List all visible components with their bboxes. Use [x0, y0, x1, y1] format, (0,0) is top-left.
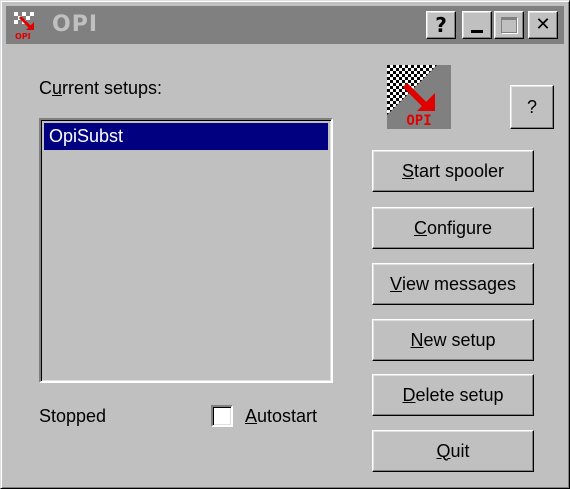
- close-button[interactable]: ✕: [528, 11, 558, 39]
- setups-listbox[interactable]: OpiSubst: [39, 118, 333, 383]
- opi-window: OPI OPI ? ✕ Current setups: OpiSubst Sto…: [0, 0, 570, 489]
- icon-opi-text: OPI: [15, 32, 31, 40]
- button-accelerator: D: [402, 384, 416, 405]
- help-button-label: ?: [526, 96, 537, 117]
- autostart-checkbox[interactable]: [211, 405, 233, 427]
- logo-text: OPI: [406, 113, 431, 129]
- delete-setup-button[interactable]: Delete setup: [372, 374, 534, 416]
- button-label: onfigure: [426, 217, 493, 238]
- button-accelerator: S: [401, 160, 414, 181]
- autostart-accelerator: A: [245, 406, 258, 426]
- opi-app-icon[interactable]: OPI: [12, 10, 42, 40]
- button-label: uit: [450, 440, 470, 461]
- button-accelerator: N: [410, 329, 424, 350]
- minimize-button[interactable]: [462, 11, 492, 39]
- configure-button[interactable]: Configure: [372, 207, 534, 249]
- question-icon: ?: [435, 13, 447, 37]
- current-setups-label: Current setups:: [39, 77, 162, 99]
- label-text-pre: C: [39, 78, 52, 98]
- new-setup-button[interactable]: New setup: [372, 319, 534, 361]
- autostart-label[interactable]: Autostart: [245, 405, 317, 427]
- button-label: iew messages: [401, 273, 517, 294]
- button-accelerator: Q: [436, 440, 451, 461]
- help-button[interactable]: ?: [510, 85, 554, 129]
- button-label: ew setup: [423, 329, 496, 350]
- close-icon: ✕: [535, 14, 551, 35]
- autostart-text-post: utostart: [257, 406, 318, 426]
- minimize-icon: [471, 29, 483, 33]
- button-label: tart spooler: [413, 160, 505, 181]
- view-messages-button[interactable]: View messages: [372, 263, 534, 305]
- maximize-icon: [501, 17, 517, 33]
- label-text-post: rrent setups:: [62, 78, 163, 98]
- status-text: Stopped: [39, 406, 107, 426]
- title-bar[interactable]: OPI OPI ? ✕: [6, 6, 564, 44]
- opi-logo-icon: OPI: [387, 65, 451, 129]
- start-spooler-button[interactable]: Start spooler: [372, 150, 534, 192]
- quit-button[interactable]: Quit: [372, 430, 534, 472]
- button-label: elete setup: [415, 384, 504, 405]
- button-accelerator: C: [413, 217, 427, 238]
- window-title: OPI: [52, 12, 99, 37]
- title-help-button[interactable]: ?: [426, 11, 456, 39]
- list-item-opisubst[interactable]: OpiSubst: [44, 123, 328, 150]
- button-accelerator: V: [389, 273, 402, 294]
- maximize-button[interactable]: [494, 11, 524, 39]
- label-accelerator: u: [52, 78, 63, 98]
